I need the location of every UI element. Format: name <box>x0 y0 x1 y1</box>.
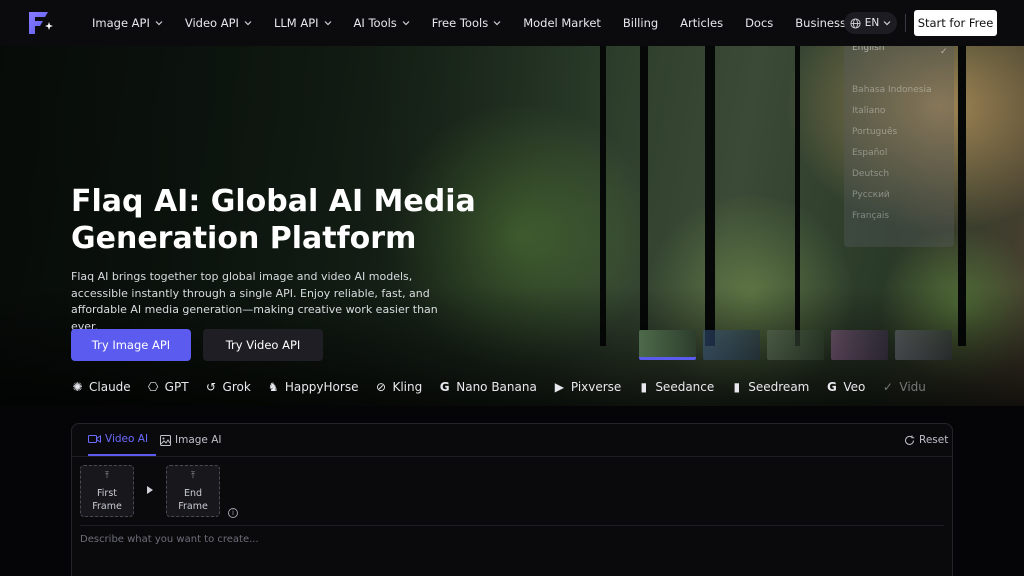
language-option[interactable]: Deutsch <box>852 169 889 179</box>
model-seedance[interactable]: ▮ Seedance <box>637 380 715 394</box>
chevron-down-icon <box>244 21 252 26</box>
language-option[interactable]: Português <box>852 127 897 137</box>
grok-icon: ↺ <box>206 380 217 394</box>
header-divider <box>905 14 906 32</box>
model-kling[interactable]: ⊘ Kling <box>374 380 422 394</box>
chevron-down-icon <box>155 21 163 26</box>
model-seedream[interactable]: ▮ Seedream <box>730 380 809 394</box>
kling-icon: ⊘ <box>375 380 386 394</box>
top-navigation: Image API Video API LLM API AI Tools Fre… <box>0 0 1024 46</box>
chevron-down-icon <box>883 21 891 26</box>
upload-icon: ⤒ <box>105 470 109 481</box>
video-camera-icon <box>88 435 101 443</box>
generator-panel: Video AI Image AI Reset ⤒ First Frame ⤒ … <box>71 423 953 576</box>
language-selector[interactable]: EN <box>844 12 897 34</box>
panel-divider <box>72 456 952 457</box>
model-gpt[interactable]: ⎔ GPT <box>147 380 189 394</box>
check-icon: ✓ <box>940 47 948 57</box>
main-nav: Image API Video API LLM API AI Tools Fre… <box>92 0 868 46</box>
model-vidu[interactable]: ✓ Vidu <box>881 380 926 394</box>
nav-billing[interactable]: Billing <box>623 16 658 30</box>
nav-image-api[interactable]: Image API <box>92 16 163 30</box>
info-icon[interactable]: i <box>228 508 238 518</box>
model-pixverse[interactable]: ▶ Pixverse <box>553 380 622 394</box>
try-video-api-button[interactable]: Try Video API <box>203 329 323 361</box>
first-frame-upload[interactable]: ⤒ First Frame <box>80 465 134 517</box>
hero-carousel-thumbnails <box>639 330 959 360</box>
carousel-thumb[interactable] <box>767 330 824 360</box>
model-happyhorse[interactable]: ♞ HappyHorse <box>267 380 359 394</box>
language-option[interactable]: Bahasa Indonesia <box>852 85 932 95</box>
hero-description: Flaq AI brings together top global image… <box>71 270 438 333</box>
bars-icon: ▮ <box>640 380 648 394</box>
horse-icon: ♞ <box>267 380 279 394</box>
try-image-api-button[interactable]: Try Image API <box>71 329 191 361</box>
model-grok[interactable]: ↺ Grok <box>205 380 251 394</box>
reset-button[interactable]: Reset <box>904 434 948 446</box>
language-dropdown-menu: English ✓ Bahasa Indonesia Italiano Port… <box>844 37 954 247</box>
flaq-logo-icon[interactable] <box>26 10 54 36</box>
claude-icon: ✺ <box>72 380 83 394</box>
globe-icon <box>850 17 861 29</box>
end-frame-upload[interactable]: ⤒ End Frame <box>166 465 220 517</box>
upload-icon: ⤒ <box>191 470 195 481</box>
tab-video-ai[interactable]: Video AI <box>88 424 157 456</box>
panel-divider <box>80 525 944 526</box>
carousel-thumb[interactable] <box>639 330 696 360</box>
arrow-right-icon <box>147 486 153 494</box>
refresh-icon <box>905 435 915 445</box>
language-option[interactable]: Русский <box>852 190 890 200</box>
carousel-thumb[interactable] <box>895 330 952 360</box>
nav-articles[interactable]: Articles <box>680 16 723 30</box>
model-nano-banana[interactable]: G Nano Banana <box>438 380 537 394</box>
carousel-thumb[interactable] <box>703 330 760 360</box>
model-claude[interactable]: ✺ Claude <box>71 380 130 394</box>
nav-docs[interactable]: Docs <box>745 16 773 30</box>
language-option[interactable]: Italiano <box>852 106 885 116</box>
chevron-down-icon <box>402 21 410 26</box>
nav-ai-tools[interactable]: AI Tools <box>354 16 410 30</box>
vidu-icon: ✓ <box>882 380 893 394</box>
start-for-free-button[interactable]: Start for Free <box>914 10 997 36</box>
bars-icon: ▮ <box>733 380 741 394</box>
chevron-down-icon <box>493 21 501 26</box>
nav-free-tools[interactable]: Free Tools <box>432 16 501 30</box>
language-option[interactable]: Español <box>852 148 887 158</box>
pixverse-icon: ▶ <box>554 380 564 394</box>
carousel-thumb[interactable] <box>831 330 888 360</box>
prompt-input[interactable] <box>80 534 940 545</box>
google-icon: G <box>826 380 837 394</box>
language-option[interactable]: Français <box>852 211 889 221</box>
nav-model-market[interactable]: Model Market <box>523 16 601 30</box>
nav-video-api[interactable]: Video API <box>185 16 252 30</box>
hero-title: Flaq AI: Global AI Media Generation Plat… <box>71 184 476 256</box>
model-veo[interactable]: G Veo <box>825 380 865 394</box>
openai-icon: ⎔ <box>147 380 159 394</box>
language-code: EN <box>864 17 880 29</box>
google-icon: G <box>439 380 450 394</box>
tab-image-ai[interactable]: Image AI <box>160 424 222 456</box>
supported-models-list: ✺ Claude ⎔ GPT ↺ Grok ♞ HappyHorse ⊘ Kling GN… <box>71 378 942 396</box>
image-icon <box>160 434 171 446</box>
nav-llm-api[interactable]: LLM API <box>274 16 332 30</box>
nav-business[interactable]: Business <box>795 16 846 30</box>
chevron-down-icon <box>324 21 331 26</box>
